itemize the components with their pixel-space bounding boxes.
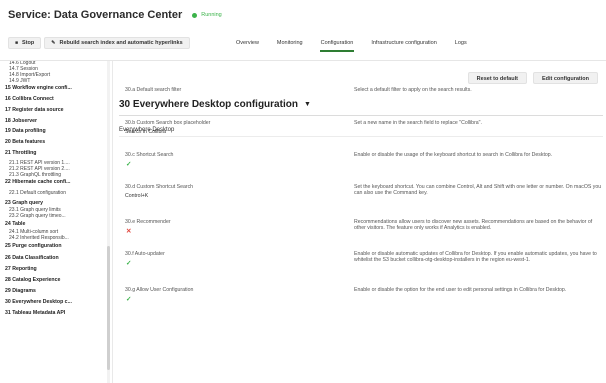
checkmark-icon: ✓ [126, 161, 132, 168]
rebuild-button-label: Rebuild search index and automatic hyper… [59, 40, 183, 46]
setting-description: Select a default filter to apply on the … [354, 87, 472, 93]
caret-down-icon[interactable]: ▼ [304, 101, 311, 108]
sidebar-section-item[interactable]: 29 Diagrams [5, 288, 36, 294]
status-badge: Running [192, 12, 222, 18]
setting-label: 30.g Allow User Configuration [125, 287, 194, 293]
sidebar-section-item[interactable]: 28 Catalog Experience [5, 277, 60, 283]
sidebar-section-item[interactable]: 22 Hibernate cache confi... [5, 179, 70, 185]
status-dot-icon [192, 12, 198, 18]
sidebar-subsection-item[interactable]: 23.2 Graph query timeo... [9, 213, 66, 219]
tab-infrastructure-configuration[interactable]: Infrastructure configuration [371, 37, 436, 49]
setting-description: Set the keyboard shortcut. You can combi… [354, 184, 602, 197]
section-page-title[interactable]: 30 Everywhere Desktop configuration ▼ [119, 99, 311, 110]
tab-overview[interactable]: Overview [236, 37, 259, 49]
rebuild-index-button[interactable]: ✎ Rebuild search index and automatic hyp… [44, 37, 190, 49]
service-header: Service: Data Governance Center Running … [0, 0, 606, 60]
setting-value: Search in Collibra [125, 129, 166, 135]
stop-button-label: Stop [22, 40, 35, 46]
cross-icon: ✕ [126, 228, 132, 235]
setting-description: Enable or disable the usage of the keybo… [354, 152, 553, 158]
setting-label: 30.b Custom Search box placeholder [125, 120, 211, 126]
section-page-title-text: 30 Everywhere Desktop configuration [119, 99, 298, 110]
sidebar-section-item[interactable]: 23 Graph query [5, 200, 43, 206]
sidebar-subsection-item[interactable]: 22.1 Default configuration [9, 190, 66, 196]
setting-label: 30.e Recommender [125, 219, 171, 225]
tab-logs[interactable]: Logs [455, 37, 467, 49]
service-toolbar: ■ Stop ✎ Rebuild search index and automa… [8, 37, 193, 49]
sidebar-section-item[interactable]: 18 Jobserver [5, 118, 37, 124]
sidebar-subsection-item[interactable]: 24.2 Inherited Responsib... [9, 235, 69, 241]
main-content: Reset to default Edit configuration 30 E… [113, 61, 606, 383]
reset-to-default-button[interactable]: Reset to default [467, 72, 527, 84]
sidebar-section-item[interactable]: 24 Table [5, 221, 25, 227]
wrench-icon: ✎ [51, 40, 56, 46]
tab-configuration[interactable]: Configuration [319, 37, 355, 52]
title-row: Service: Data Governance Center Running [8, 9, 222, 21]
edit-configuration-button[interactable]: Edit configuration [532, 72, 598, 84]
setting-description: Set a new name in the search field to re… [354, 120, 482, 126]
sidebar-section-item[interactable]: 19 Data profiling [5, 128, 46, 134]
section-divider [119, 136, 603, 137]
setting-description: Enable or disable the option for the end… [354, 287, 567, 293]
page-title-service: Service: Data Governance Center [8, 9, 183, 21]
sidebar-section-item[interactable]: 30 Everywhere Desktop c... [5, 299, 72, 305]
setting-label: 30.a Default search filter [125, 87, 182, 93]
sidebar-scrollbar-thumb[interactable] [107, 246, 110, 370]
sidebar-section-item[interactable]: 20 Beta features [5, 139, 45, 145]
setting-label: 30.d Custom Shortcut Search [125, 184, 194, 190]
setting-description: Recommendations allow users to discover … [354, 219, 593, 232]
main-actions: Reset to default Edit configuration [462, 72, 598, 84]
checkmark-icon: ✓ [126, 296, 132, 303]
sidebar-section-item[interactable]: 31 Tableau Metadata API [5, 310, 65, 316]
sidebar-section-item[interactable]: 17 Register data source [5, 107, 64, 113]
tab-monitoring[interactable]: Monitoring [277, 37, 303, 49]
setting-label: 30.f Auto-updater [125, 251, 165, 257]
setting-value: Control+K [125, 193, 149, 199]
status-text: Running [201, 12, 222, 18]
setting-description: Enable or disable automatic updates of C… [354, 251, 597, 264]
sidebar-section-item[interactable]: 25 Purge configuration [5, 243, 62, 249]
sidebar-section-item[interactable]: 21 Throttling [5, 150, 36, 156]
config-sidebar: 14.6 Logout 14.7 Session 14.8 Import/Expor… [0, 61, 112, 383]
sidebar-subsection-item[interactable]: 21.3 GraphQL throttling [9, 172, 61, 178]
stop-icon: ■ [15, 40, 19, 46]
setting-label: 30.c Shortcut Search [125, 152, 174, 158]
sidebar-section-item[interactable]: 26 Data Classification [5, 255, 59, 261]
sidebar-section-item[interactable]: 16 Collibra Connect [5, 96, 54, 102]
service-tabs: Overview Monitoring Configuration Infras… [236, 37, 485, 52]
title-divider [119, 115, 603, 116]
checkmark-icon: ✓ [126, 260, 132, 267]
sidebar-subsection-item[interactable]: 14.9 JWT [9, 78, 30, 84]
app-window: Service: Data Governance Center Running … [0, 0, 606, 383]
sidebar-section-item[interactable]: 27 Reporting [5, 266, 37, 272]
stop-button[interactable]: ■ Stop [8, 37, 42, 49]
sidebar-section-item[interactable]: 15 Workflow engine confi... [5, 85, 72, 91]
